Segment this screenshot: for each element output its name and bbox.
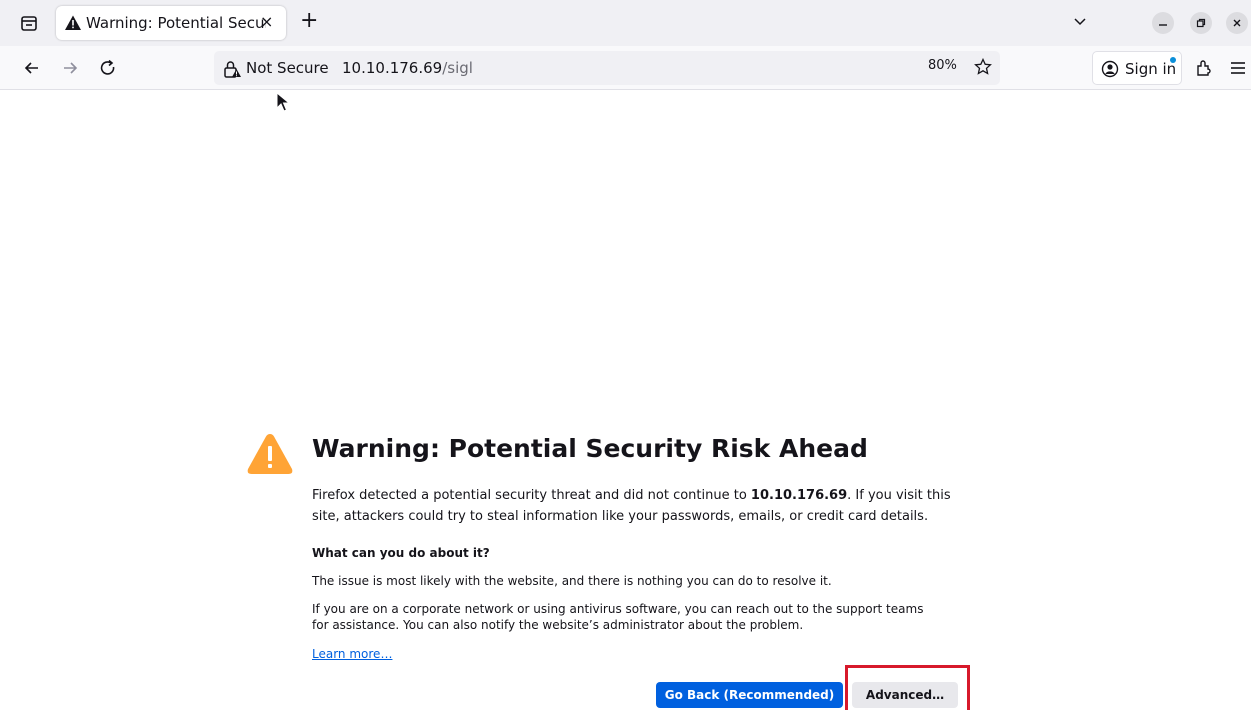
sign-in-label: Sign in bbox=[1125, 60, 1177, 78]
address-bar[interactable]: Not Secure 10.10.176.69/sigl 80% bbox=[214, 51, 1000, 85]
not-secure-label[interactable]: Not Secure bbox=[246, 59, 329, 77]
url-text[interactable]: 10.10.176.69/sigl bbox=[342, 59, 473, 77]
back-icon[interactable] bbox=[22, 58, 42, 78]
extensions-icon[interactable] bbox=[1194, 58, 1214, 78]
chevron-down-icon[interactable] bbox=[1072, 14, 1088, 30]
learn-more-link[interactable]: Learn more… bbox=[312, 647, 392, 661]
what-can-you-do-heading: What can you do about it? bbox=[312, 546, 490, 560]
issue-paragraph: The issue is most likely with the websit… bbox=[312, 574, 832, 588]
minimize-icon bbox=[1159, 24, 1167, 26]
tab-warning[interactable]: Warning: Potential Securi × bbox=[56, 6, 286, 40]
close-window-button[interactable] bbox=[1226, 12, 1248, 34]
intro-text-start: Firefox detected a potential security th… bbox=[312, 488, 751, 503]
minimize-button[interactable] bbox=[1152, 12, 1174, 34]
list-all-tabs-icon[interactable] bbox=[20, 14, 38, 32]
zoom-level[interactable]: 80% bbox=[928, 58, 962, 78]
corporate-network-paragraph: If you are on a corporate network or usi… bbox=[312, 602, 924, 632]
intro-paragraph: Firefox detected a potential security th… bbox=[312, 485, 952, 527]
close-icon bbox=[1233, 19, 1241, 27]
sign-in-button[interactable]: Sign in bbox=[1092, 51, 1182, 85]
forward-icon[interactable] bbox=[60, 58, 80, 78]
warning-icon bbox=[65, 15, 81, 30]
page-title: Warning: Potential Security Risk Ahead bbox=[312, 434, 868, 463]
go-back-button[interactable]: Go Back (Recommended) bbox=[656, 682, 843, 708]
tab-title: Warning: Potential Securi bbox=[86, 14, 266, 32]
restore-button[interactable] bbox=[1190, 12, 1212, 34]
notification-dot bbox=[1170, 57, 1176, 63]
highlight-box bbox=[845, 665, 970, 710]
intro-host: 10.10.176.69 bbox=[750, 488, 848, 503]
warning-icon bbox=[247, 434, 293, 474]
tab-strip: Warning: Potential Securi × + bbox=[0, 0, 1251, 46]
reload-icon[interactable] bbox=[98, 58, 118, 78]
close-tab-icon[interactable]: × bbox=[260, 12, 273, 31]
restore-icon bbox=[1196, 18, 1206, 28]
mouse-cursor-icon bbox=[276, 92, 290, 112]
url-host: 10.10.176.69 bbox=[342, 59, 443, 77]
navigation-toolbar: Not Secure 10.10.176.69/sigl 80% Sign in bbox=[0, 46, 1251, 90]
menu-icon[interactable] bbox=[1228, 59, 1248, 77]
insecure-lock-icon[interactable] bbox=[222, 59, 242, 79]
url-path: /sigl bbox=[442, 59, 473, 77]
account-icon bbox=[1101, 60, 1119, 78]
star-icon[interactable] bbox=[974, 58, 992, 76]
new-tab-button[interactable]: + bbox=[300, 9, 318, 33]
